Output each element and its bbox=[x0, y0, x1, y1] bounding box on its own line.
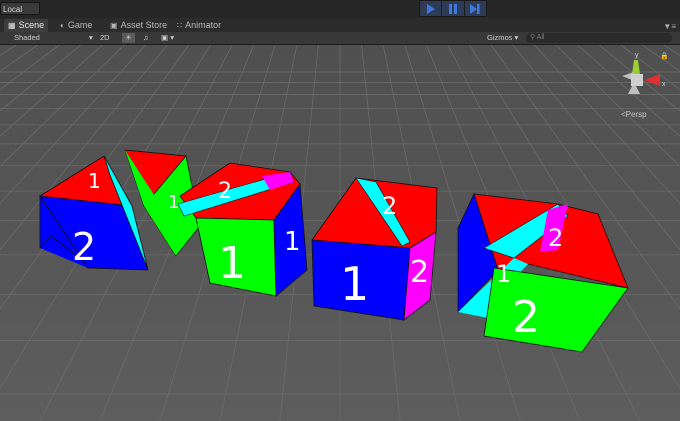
gizmos-label: Gizmos bbox=[487, 33, 513, 42]
playback-controls bbox=[419, 0, 487, 17]
step-button[interactable] bbox=[465, 1, 486, 16]
scene-viewport[interactable]: 2 1 1 1 2 1 1 2 2 2 2 1 y x bbox=[0, 45, 680, 421]
effects-dropdown[interactable]: ▣ ▾ bbox=[161, 33, 174, 43]
hierarchy-search-input[interactable]: ⚲ All bbox=[526, 33, 672, 43]
asset-store-icon: ▣ bbox=[110, 21, 118, 30]
animator-icon: ∷ bbox=[177, 21, 183, 30]
sun-icon: ☀ bbox=[125, 33, 132, 42]
cube-number: 1 bbox=[218, 238, 246, 289]
pause-icon bbox=[448, 3, 457, 14]
cube-number: 2 bbox=[410, 255, 429, 290]
step-icon bbox=[470, 3, 480, 14]
cube-number: 1 bbox=[284, 227, 301, 257]
tab-animator[interactable]: ∷ Animator bbox=[177, 19, 221, 32]
window-tab-bar: ▦ Scene ◐ Game ▣ Asset Store ∷ Animator … bbox=[0, 18, 680, 32]
tab-asset-store[interactable]: ▣ Asset Store bbox=[110, 19, 167, 32]
cube-number: 1 bbox=[340, 257, 369, 311]
search-icon: ⚲ bbox=[530, 34, 536, 41]
audio-toggle[interactable]: ♫ bbox=[143, 33, 149, 43]
play-icon bbox=[426, 3, 435, 14]
cube-number: 2 bbox=[382, 192, 397, 220]
lighting-toggle[interactable]: ☀ bbox=[122, 33, 135, 43]
image-icon: ▣ bbox=[161, 33, 169, 42]
pivot-mode-button[interactable]: Local bbox=[0, 2, 40, 15]
cube-number: 2 bbox=[218, 179, 232, 204]
draw-mode-dropdown[interactable]: Shaded bbox=[14, 33, 40, 43]
tab-scene[interactable]: ▦ Scene bbox=[4, 19, 49, 32]
tab-label: Game bbox=[67, 20, 93, 30]
chevron-down-icon: ▾ bbox=[89, 33, 93, 42]
scene-toolbar: Shaded ▾ 2D ☀ ♫ ▣ ▾ Gizmos ▾ ⚲ All bbox=[0, 32, 680, 45]
projection-label: Persp bbox=[625, 110, 647, 119]
tab-label: Animator bbox=[185, 20, 222, 30]
cube-number: 2 bbox=[512, 292, 540, 343]
draw-mode-label: Shaded bbox=[14, 33, 40, 42]
tab-game[interactable]: ◐ Game bbox=[60, 19, 92, 32]
gizmos-dropdown[interactable]: Gizmos ▾ bbox=[487, 33, 518, 43]
speaker-icon: ♫ bbox=[143, 33, 149, 42]
game-icon: ◐ bbox=[60, 21, 65, 30]
tab-label: Asset Store bbox=[120, 20, 168, 30]
scene-icon: ▦ bbox=[8, 21, 16, 30]
gizmo-axis-label: x bbox=[662, 81, 666, 88]
search-placeholder: All bbox=[536, 34, 545, 41]
pause-button[interactable] bbox=[442, 1, 465, 16]
lock-icon[interactable]: 🔒 bbox=[660, 52, 669, 60]
cube-number: 1 bbox=[168, 192, 179, 213]
2d-toggle[interactable]: 2D bbox=[100, 33, 110, 43]
cube-number: 2 bbox=[72, 225, 96, 269]
cube-number: 1 bbox=[88, 169, 101, 193]
chevron-down-icon: ▾ bbox=[514, 33, 519, 42]
tab-label: Scene bbox=[18, 20, 45, 30]
gizmo-axis-label: y bbox=[635, 52, 639, 59]
projection-toggle[interactable]: <Persp bbox=[621, 110, 647, 119]
cube-number: 2 bbox=[548, 224, 563, 252]
play-button[interactable] bbox=[420, 1, 443, 16]
main-toolbar: Local bbox=[0, 0, 680, 18]
tab-menu-icon[interactable]: ▼≡ bbox=[663, 22, 676, 31]
cube-number: 1 bbox=[496, 260, 511, 288]
chevron-down-icon: ▾ bbox=[170, 33, 174, 42]
